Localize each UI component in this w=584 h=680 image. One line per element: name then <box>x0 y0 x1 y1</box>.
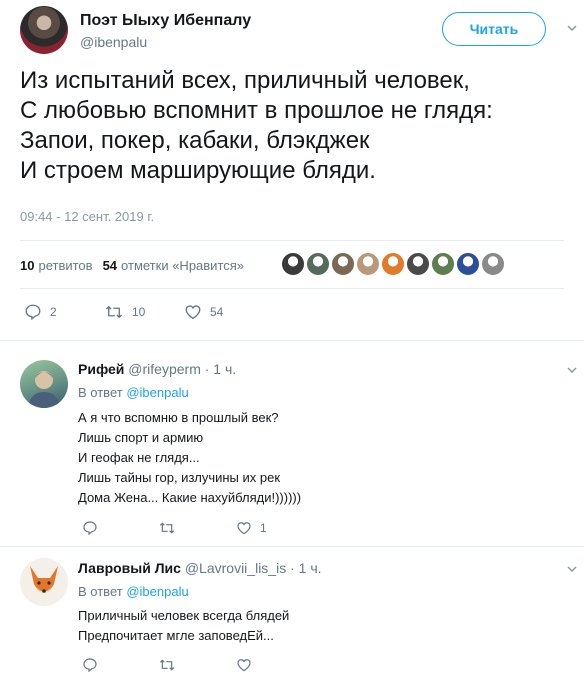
reply-line: Дома Жена... Какие нахуйбляди!)))))) <box>78 490 302 505</box>
reply-author-name[interactable]: Рифей <box>78 361 124 377</box>
tweet-line: Из испытаний всех, приличный человек, <box>20 67 470 94</box>
like-count: 54 <box>210 305 224 319</box>
tweet-line: И строем марширующие бляди. <box>20 157 376 184</box>
heart-icon <box>185 305 201 320</box>
liker-avatar[interactable] <box>456 252 480 276</box>
reply-icon <box>25 304 41 321</box>
reply-tweet[interactable]: Лавровый Лис @Lavrovii_lis_is · 1 ч. В о… <box>0 546 584 680</box>
reply-header: Лавровый Лис @Lavrovii_lis_is · 1 ч. <box>78 560 322 576</box>
liker-avatar[interactable] <box>331 252 355 276</box>
reply-action[interactable] <box>82 657 158 673</box>
retweet-action[interactable] <box>158 657 236 673</box>
reply-line: Приличный человек всегда блядей <box>78 608 290 623</box>
reply-time[interactable]: · 1 ч. <box>205 361 236 377</box>
tweet-line: С любовью вспомнит в прошлое не глядя: <box>20 97 493 124</box>
likes-count: 54 <box>102 258 118 273</box>
reply-to: В ответ @ibenpalu <box>78 584 189 599</box>
heart-icon <box>237 659 251 672</box>
likes-stat[interactable]: 54 отметки «Нравится» <box>103 258 244 273</box>
reply-text: А я что вспомню в прошлый век? Лишь спор… <box>78 408 301 508</box>
liker-avatar[interactable] <box>356 252 380 276</box>
like-action[interactable]: 1 <box>236 520 316 536</box>
liker-avatar[interactable] <box>431 252 455 276</box>
retweet-action[interactable] <box>158 520 236 536</box>
follow-button[interactable]: Читать <box>442 12 546 46</box>
divider <box>20 288 564 289</box>
reply-to-mention[interactable]: @ibenpalu <box>126 385 188 400</box>
author-handle[interactable]: @ibenpalu <box>80 34 147 50</box>
reply-action[interactable]: 2 <box>24 303 104 321</box>
reply-author-name[interactable]: Лавровый Лис <box>78 560 181 576</box>
reply-line: Предпочитает мгле заповедЕй... <box>78 628 274 643</box>
reply-line: И геофак не глядя... <box>78 450 200 465</box>
reply-to-mention[interactable]: @ibenpalu <box>126 584 188 599</box>
retweets-count: 10 <box>20 258 35 273</box>
liker-avatars <box>281 252 506 276</box>
reply-tweet[interactable]: Рифей @rifeyperm · 1 ч. В ответ @ibenpal… <box>0 340 584 546</box>
reply-line: Лишь спорт и армию <box>78 430 204 445</box>
reply-action[interactable] <box>82 520 158 536</box>
liker-avatar[interactable] <box>306 252 330 276</box>
retweets-label: ретвитов <box>38 258 93 273</box>
chevron-down-icon[interactable] <box>567 365 577 375</box>
reply-line: А я что вспомню в прошлый век? <box>78 410 279 425</box>
tweet-actions: 2 10 54 <box>24 303 264 321</box>
reply-time[interactable]: · 1 ч. <box>290 560 321 576</box>
reply-to: В ответ @ibenpalu <box>78 385 189 400</box>
liker-avatar[interactable] <box>381 252 405 276</box>
chevron-down-icon[interactable] <box>567 564 577 574</box>
retweets-stat[interactable]: 10 ретвитов <box>20 258 93 273</box>
reply-line: Лишь тайны гор, излучины их рек <box>78 470 281 485</box>
retweet-icon <box>159 522 175 534</box>
reply-text: Приличный человек всегда блядей Предпочи… <box>78 606 289 646</box>
likes-label: отметки «Нравится» <box>121 258 245 273</box>
retweet-count: 10 <box>132 305 146 319</box>
liker-avatar[interactable] <box>481 252 505 276</box>
fox-icon <box>30 566 58 593</box>
reply-icon <box>83 658 97 673</box>
liker-avatar[interactable] <box>281 252 305 276</box>
chevron-down-icon[interactable] <box>567 23 577 33</box>
reply-avatar[interactable] <box>20 360 68 408</box>
author-name[interactable]: Поэт Ыыху Ибенпалу <box>80 12 251 30</box>
reply-count: 2 <box>50 305 57 319</box>
like-action[interactable] <box>236 657 316 673</box>
tweet-timestamp[interactable]: 09:44 - 12 сент. 2019 г. <box>20 209 154 224</box>
tweet-stats: 10 ретвитов 54 отметки «Нравится» <box>20 258 254 273</box>
reply-actions <box>82 657 316 673</box>
reply-avatar[interactable] <box>20 558 68 606</box>
reply-to-label: В ответ <box>78 385 123 400</box>
tweet-line: Запои, покер, кабаки, блэкджек <box>20 127 370 154</box>
reply-to-label: В ответ <box>78 584 123 599</box>
like-action[interactable]: 54 <box>184 303 264 321</box>
tweet-text: Из испытаний всех, приличный человек, С … <box>20 66 580 186</box>
reply-header: Рифей @rifeyperm · 1 ч. <box>78 361 236 377</box>
divider <box>20 240 564 241</box>
author-avatar[interactable] <box>20 6 68 54</box>
retweet-icon <box>159 659 175 671</box>
reply-icon <box>83 521 97 536</box>
main-tweet: Поэт Ыыху Ибенпалу @ibenpalu Читать Из и… <box>0 0 584 340</box>
reply-author-handle[interactable]: @Lavrovii_lis_is <box>185 560 286 576</box>
like-count: 1 <box>260 521 267 535</box>
person-photo <box>28 371 60 408</box>
retweet-icon <box>106 305 122 319</box>
reply-author-handle[interactable]: @rifeyperm <box>128 361 201 377</box>
reply-actions: 1 <box>82 520 316 536</box>
liker-avatar[interactable] <box>406 252 430 276</box>
retweet-action[interactable]: 10 <box>104 303 184 321</box>
heart-icon <box>237 522 251 535</box>
